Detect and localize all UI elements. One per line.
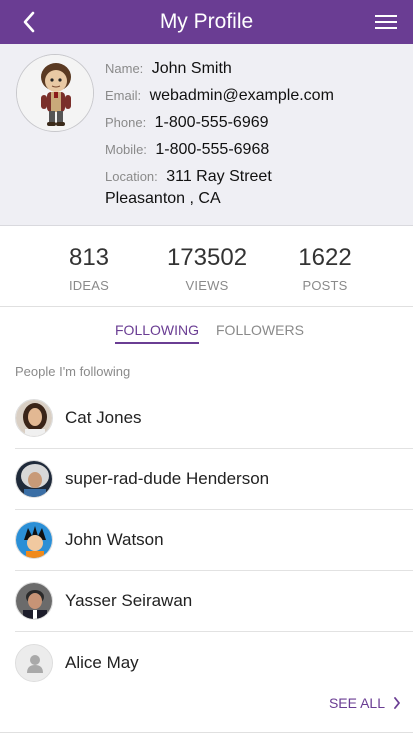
phone-label: Phone:: [105, 115, 147, 130]
location-line2: Pleasanton , CA: [105, 190, 221, 207]
person-name: John Watson: [65, 530, 164, 549]
email-row: Email: webadmin@example.com: [105, 85, 405, 107]
phone-value[interactable]: 1-800-555-6969: [155, 114, 269, 131]
mobile-value[interactable]: 1-800-555-6968: [155, 141, 269, 158]
avatar: [15, 460, 53, 498]
stat-views[interactable]: 173502 VIEWS: [147, 244, 267, 293]
people-list: Cat Jones super-rad-dude Henderson John …: [0, 388, 413, 693]
phone-row: Phone: 1-800-555-6969: [105, 112, 405, 134]
location-row: Location: 311 Ray Street: [105, 166, 405, 188]
tab-followers[interactable]: FOLLOWERS: [216, 322, 304, 342]
chevron-right-icon: [393, 697, 401, 709]
stat-ideas-caption: IDEAS: [68, 278, 109, 293]
location-label: Location:: [105, 169, 158, 184]
default-person-icon: [15, 643, 53, 682]
stat-views-caption: VIEWS: [185, 278, 229, 293]
name-value: John Smith: [151, 60, 232, 77]
stat-posts[interactable]: 1622 POSTS: [265, 244, 385, 293]
email-label: Email:: [105, 88, 142, 103]
name-row: Name: John Smith: [105, 58, 405, 80]
profile-stats: 813 IDEAS 173502 VIEWS 1622 POSTS: [0, 227, 413, 307]
name-label: Name:: [105, 61, 144, 76]
hamburger-menu-icon[interactable]: [375, 12, 399, 32]
avatar: [15, 582, 53, 620]
stat-views-value: 173502: [166, 244, 248, 271]
location-line1: 311 Ray Street: [166, 168, 272, 185]
person-name: Alice May: [65, 652, 139, 672]
list-item[interactable]: Yasser Seirawan: [15, 571, 413, 632]
section-label: People I'm following: [15, 364, 131, 379]
page-title: My Profile: [159, 10, 254, 33]
see-all-link[interactable]: SEE ALL: [329, 695, 401, 711]
stat-posts-value: 1622: [298, 244, 352, 271]
profile-card: Name: John Smith Email: webadmin@example…: [0, 44, 413, 226]
see-all-label: SEE ALL: [328, 695, 385, 711]
profile-avatar[interactable]: [16, 54, 94, 132]
app-header: My Profile: [0, 0, 413, 44]
tab-following[interactable]: FOLLOWING: [115, 322, 200, 344]
list-item[interactable]: Alice May: [15, 632, 413, 693]
person-name: Yasser Seirawan: [65, 591, 193, 610]
email-value[interactable]: webadmin@example.com: [150, 87, 334, 104]
stat-ideas[interactable]: 813 IDEAS: [29, 244, 149, 293]
mobile-label: Mobile:: [105, 142, 147, 157]
avatar: [15, 521, 53, 559]
stat-posts-caption: POSTS: [302, 278, 348, 293]
mobile-row: Mobile: 1-800-555-6968: [105, 139, 405, 161]
list-item[interactable]: super-rad-dude Henderson: [15, 449, 413, 510]
list-item[interactable]: Cat Jones: [15, 388, 413, 449]
list-item[interactable]: John Watson: [15, 510, 413, 571]
avatar: [15, 399, 53, 437]
stat-ideas-value: 813: [68, 244, 110, 271]
follow-tabs: FOLLOWING FOLLOWERS: [0, 322, 413, 346]
profile-info: Name: John Smith Email: webadmin@example…: [105, 58, 405, 215]
person-name: Cat Jones: [65, 408, 142, 427]
person-name: super-rad-dude Henderson: [65, 469, 270, 488]
divider: [0, 732, 413, 733]
location-line2-row: Pleasanton , CA: [105, 188, 405, 210]
